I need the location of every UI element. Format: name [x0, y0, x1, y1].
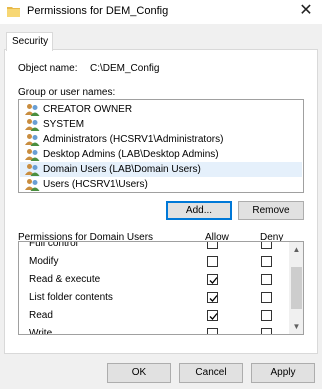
list-item-label: Users (HCSRV1\Users) — [43, 179, 148, 190]
folder-icon — [7, 7, 20, 17]
scroll-thumb[interactable] — [291, 267, 302, 309]
window-title: Permissions for DEM_Config — [27, 5, 169, 17]
allow-checkbox[interactable] — [207, 256, 218, 267]
permission-name: Read — [29, 310, 53, 321]
deny-checkbox[interactable] — [261, 310, 272, 321]
permission-name: Modify — [29, 256, 59, 267]
permission-row: Read & execute — [19, 271, 287, 289]
permission-name: Write — [29, 328, 53, 335]
deny-checkbox[interactable] — [261, 292, 272, 303]
list-item[interactable]: CREATOR OWNER — [20, 102, 302, 117]
ok-button[interactable]: OK — [107, 363, 171, 383]
list-item-label: Administrators (HCSRV1\Administrators) — [43, 134, 224, 145]
add-button[interactable]: Add... — [166, 201, 232, 220]
user-group-icon — [25, 164, 40, 176]
permission-row: Full control — [19, 241, 287, 253]
list-item-label: Desktop Admins (LAB\Desktop Admins) — [43, 149, 219, 160]
tab-security[interactable]: Security — [6, 32, 53, 51]
permission-name: List folder contents — [29, 292, 113, 303]
user-group-icon — [25, 134, 40, 146]
deny-checkbox[interactable] — [261, 274, 272, 285]
permission-row: Modify — [19, 253, 287, 271]
list-item-label: CREATOR OWNER — [43, 104, 133, 115]
title-bar: Permissions for DEM_Config ✕ — [0, 0, 322, 24]
permission-name: Read & execute — [29, 274, 101, 285]
list-item[interactable]: Domain Users (LAB\Domain Users) — [20, 162, 302, 177]
deny-checkbox[interactable] — [261, 256, 272, 267]
permissions-list: Full control Modify Read & execute List fol… — [18, 241, 304, 335]
user-group-icon — [25, 179, 40, 191]
list-item-label: SYSTEM — [43, 119, 85, 130]
user-group-icon — [25, 104, 40, 116]
list-item[interactable]: Users (HCSRV1\Users) — [20, 177, 302, 192]
remove-button[interactable]: Remove — [238, 201, 304, 220]
apply-button[interactable]: Apply — [251, 363, 315, 383]
allow-checkbox[interactable] — [207, 328, 218, 334]
permission-row: Write — [19, 325, 287, 335]
user-group-icon — [25, 149, 40, 161]
list-item[interactable]: SYSTEM — [20, 117, 302, 132]
allow-checkbox[interactable] — [207, 310, 218, 321]
permission-row: List folder contents — [19, 289, 287, 307]
group-list-label: Group or user names: — [18, 87, 116, 98]
allow-checkbox[interactable] — [207, 242, 218, 249]
list-item[interactable]: Administrators (HCSRV1\Administrators) — [20, 132, 302, 147]
scroll-up-icon[interactable]: ▲ — [289, 243, 303, 257]
object-name-label: Object name: — [18, 63, 78, 74]
object-name-value: C:\DEM_Config — [90, 63, 160, 74]
permission-name: Full control — [29, 241, 78, 249]
cancel-button[interactable]: Cancel — [179, 363, 243, 383]
group-user-list[interactable]: CREATOR OWNER SYSTEM Administrators (HCS… — [18, 99, 304, 193]
allow-checkbox[interactable] — [207, 274, 218, 285]
deny-checkbox[interactable] — [261, 328, 272, 334]
close-button[interactable]: ✕ — [290, 0, 322, 24]
deny-checkbox[interactable] — [261, 242, 272, 249]
list-item[interactable]: Desktop Admins (LAB\Desktop Admins) — [20, 147, 302, 162]
list-item-label: Domain Users (LAB\Domain Users) — [43, 164, 201, 175]
user-group-icon — [25, 119, 40, 131]
permissions-scrollbar[interactable]: ▲ ▼ — [289, 242, 303, 334]
scroll-down-icon[interactable]: ▼ — [289, 320, 303, 334]
allow-checkbox[interactable] — [207, 292, 218, 303]
permission-row: Read — [19, 307, 287, 325]
permissions-dialog: Permissions for DEM_Config ✕ Security Ob… — [0, 0, 322, 389]
